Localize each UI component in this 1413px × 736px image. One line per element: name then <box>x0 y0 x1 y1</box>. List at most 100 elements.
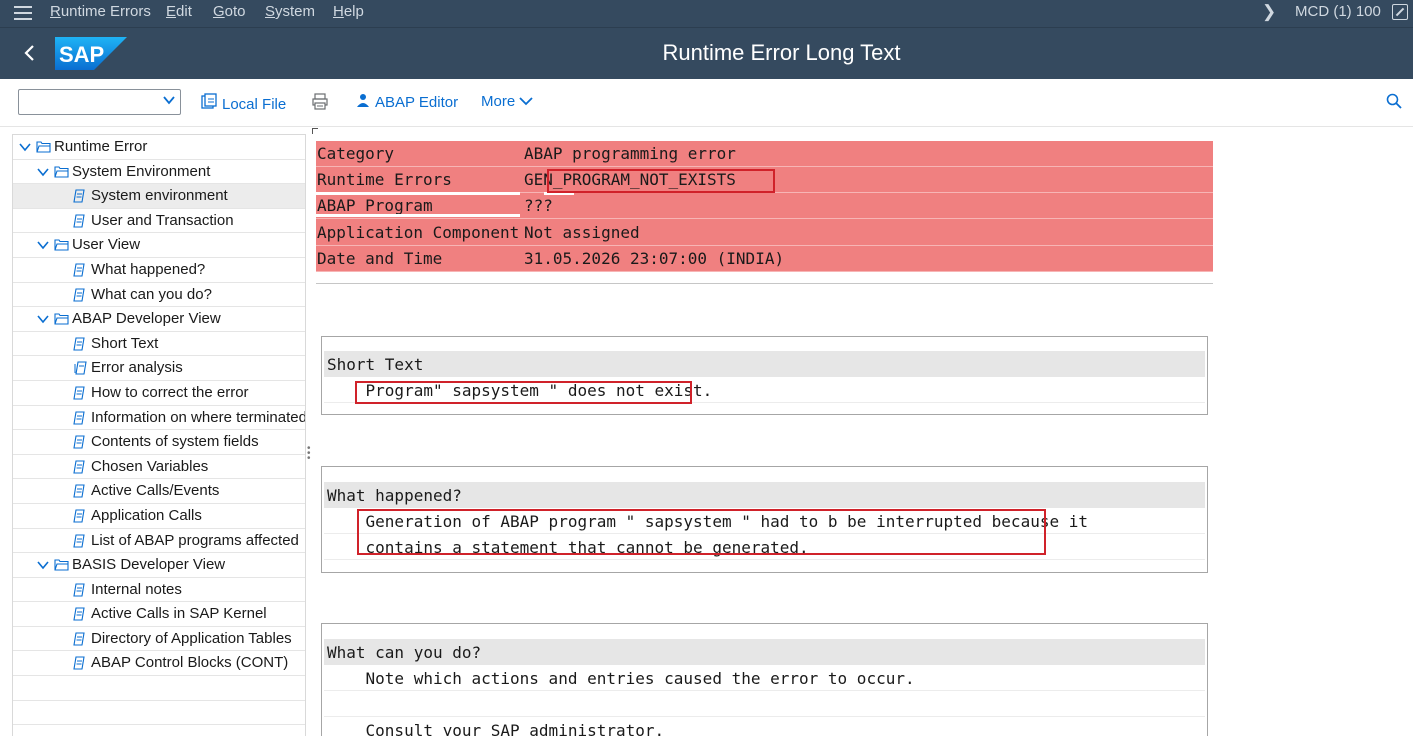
what-can-you-do-section: What can you do? Note which actions and … <box>321 623 1208 736</box>
tree-item-label: What happened? <box>91 260 206 278</box>
chevron-down-icon[interactable] <box>37 310 49 328</box>
chevron-down-icon[interactable] <box>19 138 31 156</box>
tree-item[interactable]: Chosen Variables <box>13 455 305 480</box>
hamburger-menu-icon[interactable] <box>14 6 32 20</box>
chevron-down-icon[interactable] <box>37 236 49 254</box>
tree-item[interactable]: Application Calls <box>13 504 305 529</box>
chevron-down-icon[interactable] <box>37 556 49 574</box>
section-heading: What can you do? <box>324 639 1205 665</box>
tree-item[interactable]: How to correct the error <box>13 381 305 406</box>
what-happened-section: What happened? Generation of ABAP progra… <box>321 466 1208 573</box>
header-key: Application Component <box>317 222 520 242</box>
tree-item[interactable]: What happened? <box>13 258 305 283</box>
edit-system-icon[interactable] <box>1392 4 1408 20</box>
folder-open-icon <box>54 165 69 178</box>
long-text-content: Category ABAP programming error Runtime Er… <box>312 128 1413 736</box>
chevron-down-icon[interactable] <box>37 163 49 181</box>
tree-item[interactable]: Active Calls in SAP Kernel <box>13 602 305 627</box>
annotation-mark <box>316 192 520 195</box>
tree-item[interactable]: User and Transaction <box>13 209 305 234</box>
error-header-table: Category ABAP programming error Runtime Er… <box>316 141 1213 272</box>
page-title: Runtime Error Long Text <box>662 40 901 65</box>
title-bar: SAP Runtime Error Long Text <box>0 27 1413 79</box>
document-icon <box>73 533 88 548</box>
folder-open-icon <box>36 140 51 153</box>
system-info[interactable]: MCD (1) 100 <box>1295 3 1381 20</box>
document-group-icon <box>73 361 88 375</box>
tree-item[interactable]: System environment <box>13 184 305 209</box>
splitter-handle[interactable]: • • • <box>307 444 311 464</box>
tree-item[interactable]: Information on where terminated <box>13 406 305 431</box>
header-key: Date and Time <box>317 248 443 268</box>
document-icon <box>73 632 88 646</box>
header-key: ABAP Program <box>317 196 433 216</box>
tree-item[interactable]: Short Text <box>13 332 305 357</box>
header-key: Runtime Errors <box>317 170 452 190</box>
header-key: Category <box>317 144 395 163</box>
search-icon[interactable] <box>1386 93 1402 114</box>
header-value: Not assigned <box>524 222 640 242</box>
tree-item[interactable]: ABAP Control Blocks (CONT) <box>13 651 305 677</box>
menu-system[interactable]: System <box>265 3 315 20</box>
tree-item[interactable]: What can you do? <box>13 283 305 308</box>
folder-open-icon <box>54 312 69 325</box>
section-line <box>324 691 1205 717</box>
print-icon <box>312 93 328 114</box>
menu-goto[interactable]: Goto <box>213 3 246 20</box>
menu-help[interactable]: Help <box>333 3 364 20</box>
tree-item[interactable]: Active Calls/Events <box>13 479 305 504</box>
more-button[interactable]: More <box>481 93 533 110</box>
print-button[interactable] <box>312 93 333 114</box>
command-dropdown[interactable] <box>18 89 181 115</box>
annotation-highlight-box <box>357 509 1046 555</box>
abap-editor-label: ABAP Editor <box>375 94 459 111</box>
section-heading: What happened? <box>324 482 1205 508</box>
chevron-down-icon <box>519 93 533 110</box>
folder-open-icon <box>54 558 69 571</box>
document-icon <box>73 410 88 425</box>
tree-item-label: Chosen Variables <box>91 457 209 475</box>
header-value: ??? <box>524 196 553 216</box>
document-icon <box>73 460 88 474</box>
section-heading: Short Text <box>324 351 1205 377</box>
tree-item-label: User View <box>72 236 141 254</box>
document-icon <box>73 509 88 523</box>
tree-item[interactable]: ABAP Developer View <box>13 307 305 332</box>
tree-item-label: Contents of system fields <box>91 433 259 451</box>
tree-item-label: What can you do? <box>91 285 212 303</box>
tree-empty-row <box>13 676 305 701</box>
abap-editor-button[interactable]: ABAP Editor <box>356 93 458 111</box>
tree-item-label: List of ABAP programs affected <box>91 531 299 549</box>
tree-item[interactable]: Contents of system fields <box>13 430 305 455</box>
tree-item[interactable]: Directory of Application Tables <box>13 627 305 652</box>
tree-item[interactable]: Internal notes <box>13 578 305 603</box>
document-icon <box>73 435 88 449</box>
document-icon <box>73 386 88 400</box>
tree-item[interactable]: List of ABAP programs affected <box>13 529 305 554</box>
local-file-button[interactable]: Local File <box>201 93 286 113</box>
divider <box>316 283 1213 284</box>
tree-item[interactable]: Error analysis <box>13 356 305 381</box>
tree-item-label: Active Calls in SAP Kernel <box>91 605 267 623</box>
tree-item-label: Error analysis <box>91 359 183 377</box>
header-value: 31.05.2026 23:07:00 (INDIA) <box>524 248 785 268</box>
header-row: Date and Time 31.05.2026 23:07:00 (INDIA) <box>316 246 1213 272</box>
document-icon <box>73 607 88 621</box>
menu-edit[interactable]: Edit <box>166 3 192 20</box>
chevron-right-icon[interactable]: ❯ <box>1262 2 1276 22</box>
header-value: ABAP programming error <box>524 144 736 163</box>
menu-runtime-errors[interactable]: Runtime Errors <box>50 3 151 20</box>
local-file-label: Local File <box>222 96 287 113</box>
tree-item-label: Application Calls <box>91 506 202 524</box>
tree-item[interactable]: System Environment <box>13 160 305 185</box>
tree-item[interactable]: User View <box>13 233 305 258</box>
tree-item-label: BASIS Developer View <box>72 556 226 574</box>
tree-item[interactable]: BASIS Developer View <box>13 553 305 578</box>
more-label: More <box>481 93 516 110</box>
document-icon <box>73 583 88 597</box>
annotation-mark <box>316 214 520 217</box>
tree-item[interactable]: Runtime Error <box>13 135 305 160</box>
tree-item-label: Active Calls/Events <box>91 482 220 500</box>
tree-item-label: Runtime Error <box>54 138 148 155</box>
document-icon <box>73 484 88 498</box>
